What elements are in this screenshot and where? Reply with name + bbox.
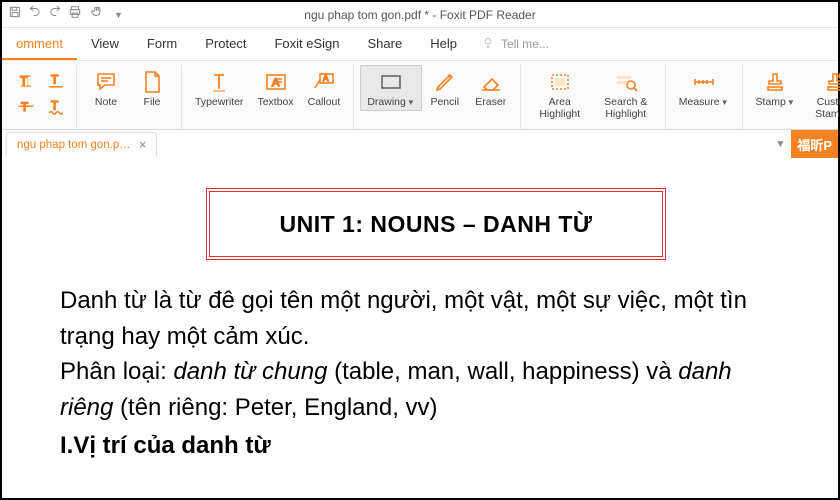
paragraph-line: Danh từ là từ đê gọi tên một người, một …: [60, 284, 812, 318]
note-tool[interactable]: Note: [83, 65, 129, 111]
svg-text:T: T: [51, 100, 58, 113]
area-highlight-tool[interactable]: Area Highlight: [527, 65, 593, 123]
quick-access-toolbar: ▼: [8, 5, 123, 24]
chevron-down-icon: ▼: [787, 98, 795, 107]
text-annot-group: Typewriter A Textbox A Callout: [182, 65, 354, 129]
file-attachment-icon: [140, 68, 164, 96]
section-heading: I.Vị trí của danh từ: [60, 429, 812, 463]
search-highlight-icon: [614, 68, 638, 96]
search-highlight-tool[interactable]: Search & Highlight: [593, 65, 659, 123]
area-highlight-icon: [548, 68, 572, 96]
note-icon: [94, 68, 118, 96]
stamp-tool[interactable]: Stamp▼: [749, 65, 802, 111]
chevron-down-icon: ▼: [721, 98, 729, 107]
textbox-icon: A: [264, 68, 288, 96]
typewriter-icon: [207, 68, 231, 96]
drawing-group: Drawing▼ Pencil Eraser: [354, 65, 520, 129]
text-markup-group: T T T T: [6, 65, 77, 129]
save-icon[interactable]: [8, 5, 22, 24]
textbox-tool[interactable]: A Textbox: [250, 65, 300, 111]
menu-help[interactable]: Help: [416, 29, 471, 60]
chevron-down-icon: ▼: [407, 98, 415, 107]
paragraph-line: riêng (tên riêng: Peter, England, vv): [60, 391, 812, 425]
measure-icon: [692, 68, 716, 96]
hand-tool-icon[interactable]: [90, 5, 104, 24]
highlight-group: Area Highlight Search & Highlight: [521, 65, 666, 129]
callout-tool[interactable]: A Callout: [301, 65, 348, 111]
measure-group: Measure▼: [666, 65, 743, 129]
custom-stamp-icon: [823, 68, 840, 96]
note-file-group: Note File: [77, 65, 182, 129]
rectangle-icon: [379, 68, 403, 96]
menu-view[interactable]: View: [77, 29, 133, 60]
document-tab-label: ngu phap tom gon.p…: [17, 139, 131, 151]
measure-tool[interactable]: Measure▼: [672, 65, 736, 111]
svg-text:T: T: [51, 74, 58, 87]
pdf-page: UNIT 1: NOUNS – DANH TỪ Danh từ là từ đê…: [4, 158, 836, 462]
tell-me-placeholder: Tell me...: [501, 37, 549, 51]
title-bar: ▼ ngu phap tom gon.pdf * - Foxit PDF Rea…: [2, 2, 838, 28]
typewriter-tool[interactable]: Typewriter: [188, 65, 250, 111]
print-icon[interactable]: [68, 5, 82, 24]
window-title: ngu phap tom gon.pdf * - Foxit PDF Reade…: [304, 8, 535, 22]
paragraph-line: Phân loại: danh từ chung (table, man, wa…: [60, 355, 812, 389]
redo-icon[interactable]: [48, 5, 62, 24]
document-viewport[interactable]: UNIT 1: NOUNS – DANH TỪ Danh từ là từ đê…: [4, 158, 836, 496]
qat-dropdown-icon[interactable]: ▼: [114, 10, 123, 20]
menu-share[interactable]: Share: [354, 29, 417, 60]
pencil-tool[interactable]: Pencil: [422, 65, 468, 111]
eraser-tool[interactable]: Eraser: [468, 65, 514, 111]
promo-badge[interactable]: 福昕P: [791, 130, 838, 158]
svg-text:T: T: [21, 101, 28, 114]
menu-form[interactable]: Form: [133, 29, 191, 60]
underline-text-icon[interactable]: T: [44, 69, 68, 93]
lightbulb-icon: [481, 36, 495, 53]
strikeout-text-icon[interactable]: T: [14, 95, 38, 119]
svg-text:A: A: [323, 74, 329, 83]
file-tool[interactable]: File: [129, 65, 175, 111]
stamp-icon: [763, 68, 787, 96]
menu-comment[interactable]: omment: [2, 29, 77, 60]
tab-overflow-icon[interactable]: ▼: [769, 139, 791, 150]
pencil-icon: [433, 68, 457, 96]
svg-text:T: T: [20, 75, 27, 88]
undo-icon[interactable]: [28, 5, 42, 24]
tell-me-search[interactable]: Tell me...: [481, 36, 549, 53]
drawing-tool[interactable]: Drawing▼: [360, 65, 421, 111]
unit-title-box: UNIT 1: NOUNS – DANH TỪ: [206, 188, 666, 260]
custom-stamp-tool[interactable]: Custom Stamp▼: [802, 65, 840, 123]
menu-protect[interactable]: Protect: [191, 29, 260, 60]
document-tab-bar: ngu phap tom gon.p… × ▼ 福昕P: [2, 130, 838, 158]
menu-bar: omment View Form Protect Foxit eSign Sha…: [2, 28, 838, 60]
menu-foxit-esign[interactable]: Foxit eSign: [260, 29, 353, 60]
paragraph-line: trạng hay một cảm xúc.: [60, 320, 812, 354]
ribbon-toolbar: T T T T Note File Typewriter A Textbox A…: [2, 60, 838, 130]
close-tab-icon[interactable]: ×: [139, 137, 147, 152]
stamp-group: Stamp▼ Custom Stamp▼: [743, 65, 840, 129]
callout-icon: A: [312, 68, 336, 96]
squiggly-text-icon[interactable]: T: [44, 95, 68, 119]
highlight-text-icon[interactable]: T: [14, 69, 38, 93]
document-tab[interactable]: ngu phap tom gon.p… ×: [6, 132, 157, 156]
eraser-icon: [479, 68, 503, 96]
